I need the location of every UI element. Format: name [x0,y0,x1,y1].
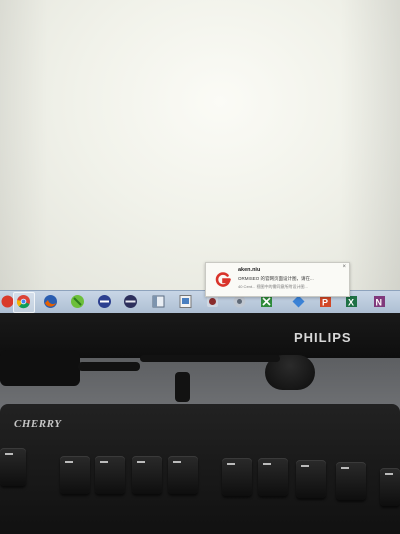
window-icon[interactable] [151,294,166,309]
keyboard-key [296,460,326,498]
power-adapter [0,350,80,386]
svg-text:X: X [348,298,354,308]
keyboard-key [258,458,288,496]
eclipse-icon[interactable] [70,294,85,309]
notification-body: ORMISEO 的官网页面设计图，请在... [238,276,314,281]
notification-title: aken.niu [238,267,261,273]
keyboard-key [0,448,26,486]
keyboard-key [380,468,400,506]
cable [175,372,190,402]
chrome-icon[interactable] [16,294,31,309]
notification-popup[interactable]: aken.niu ORMISEO 的官网页面设计图，请在... 40 Cent.… [205,262,350,297]
onenote-icon[interactable]: N [372,294,387,309]
svg-text:N: N [376,298,383,308]
keyboard-key [95,456,125,494]
keyboard-key [336,462,366,500]
monitor-brand-logo: PHILIPS [294,330,352,345]
keyboard-key [60,456,90,494]
keyboard-key [168,456,198,494]
cable [140,355,280,362]
close-icon[interactable]: × [342,264,346,270]
keyboard-brand-logo: CHERRY [14,418,62,430]
cable [78,362,140,371]
keyboard-key [132,456,162,494]
app-logo-icon [214,271,232,289]
keyboard-key [222,458,252,496]
tool-icon[interactable] [97,294,112,309]
svg-text:P: P [322,298,328,308]
file-icon[interactable] [178,294,193,309]
monitor-screen [0,0,400,290]
firefox-icon[interactable] [43,294,58,309]
notification-subtext: 40 Cent... 视图中的需同意所附设计图... [238,284,308,289]
app-icon[interactable] [123,294,138,309]
